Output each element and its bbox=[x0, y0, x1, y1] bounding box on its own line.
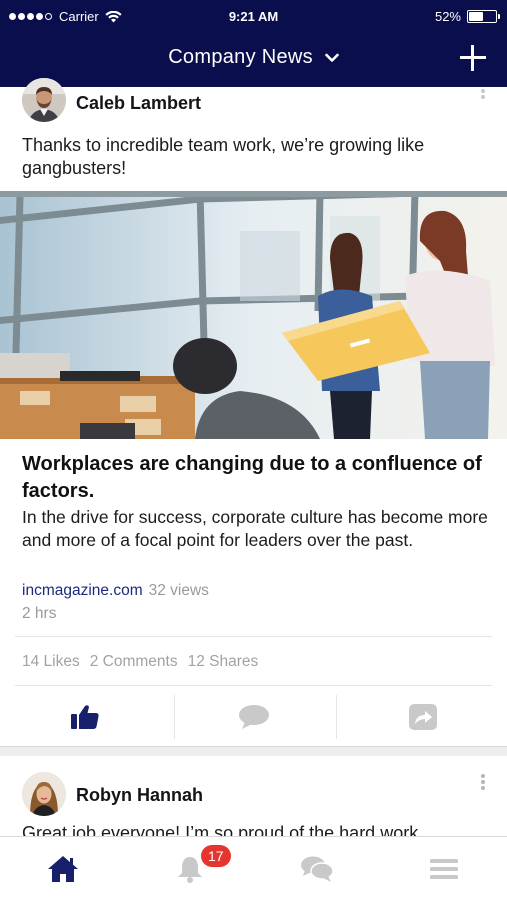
battery-tip bbox=[498, 14, 500, 19]
app-header: Carrier 9:21 AM 52% Company News bbox=[0, 0, 507, 87]
navigation-bar: Company News bbox=[0, 33, 507, 87]
battery-percent: 52% bbox=[434, 9, 461, 24]
more-options-icon[interactable] bbox=[481, 774, 486, 792]
likes-count[interactable]: 14 Likes bbox=[22, 653, 80, 671]
tab-bar: 17 bbox=[0, 836, 507, 900]
action-separator bbox=[336, 695, 337, 739]
post-timestamp: 2 hrs bbox=[22, 605, 57, 622]
article-image[interactable] bbox=[0, 191, 507, 439]
article-source-link[interactable]: incmagazine.com bbox=[22, 582, 143, 599]
office-meeting-image bbox=[0, 191, 507, 439]
post-separator bbox=[0, 746, 507, 756]
bell-icon bbox=[178, 856, 203, 883]
avatar[interactable] bbox=[22, 772, 66, 816]
chat-icon bbox=[300, 856, 334, 882]
shares-count[interactable]: 12 Shares bbox=[188, 653, 259, 671]
article-meta: incmagazine.com 32 views bbox=[22, 582, 209, 600]
post-author-row: Caleb Lambert bbox=[0, 78, 507, 123]
menu-icon bbox=[429, 858, 458, 879]
feed-post: Caleb Lambert Thanks to incredible team … bbox=[0, 78, 507, 739]
article-title[interactable]: Workplaces are changing due to a conflue… bbox=[22, 451, 492, 505]
new-post-plus-icon[interactable] bbox=[460, 45, 486, 71]
article-description: In the drive for success, corporate cult… bbox=[22, 507, 488, 550]
home-icon bbox=[48, 855, 79, 882]
battery-group: 52% bbox=[434, 9, 500, 24]
tab-menu[interactable] bbox=[380, 837, 507, 900]
channel-selector[interactable]: Company News bbox=[0, 46, 507, 69]
post-actions bbox=[0, 695, 507, 739]
post-text: Thanks to incredible team work, we’re gr… bbox=[22, 135, 425, 178]
avatar[interactable] bbox=[22, 78, 66, 122]
caleb-avatar-image bbox=[22, 78, 66, 122]
notification-badge: 17 bbox=[200, 845, 231, 867]
status-time: 9:21 AM bbox=[228, 9, 279, 24]
battery-icon bbox=[467, 10, 500, 23]
article-views: 32 views bbox=[148, 582, 209, 599]
share-icon bbox=[408, 704, 437, 730]
more-options-icon[interactable] bbox=[481, 89, 486, 101]
tab-notifications[interactable]: 17 bbox=[127, 837, 254, 900]
robyn-avatar-image bbox=[22, 772, 66, 816]
comments-count[interactable]: 2 Comments bbox=[90, 653, 178, 671]
like-icon bbox=[70, 705, 99, 729]
share-button[interactable] bbox=[338, 695, 507, 739]
feed-post: Robyn Hannah Great job everyone! I’m so … bbox=[0, 756, 507, 836]
like-button[interactable] bbox=[0, 695, 169, 739]
tab-messages[interactable] bbox=[254, 837, 381, 900]
post-author-name[interactable]: Robyn Hannah bbox=[76, 785, 203, 806]
comment-icon bbox=[238, 705, 269, 729]
channel-title: Company News bbox=[168, 46, 313, 68]
action-separator bbox=[174, 695, 175, 739]
tab-home[interactable] bbox=[0, 837, 127, 900]
engagement-stats: 14 Likes 2 Comments 12 Shares bbox=[22, 653, 258, 671]
comment-button[interactable] bbox=[169, 695, 338, 739]
divider bbox=[15, 636, 492, 637]
chevron-down-icon bbox=[325, 53, 339, 62]
post-text: Great job everyone! I’m so proud of the … bbox=[22, 823, 419, 836]
status-bar: Carrier 9:21 AM 52% bbox=[0, 0, 507, 33]
post-author-name[interactable]: Caleb Lambert bbox=[76, 93, 201, 114]
divider bbox=[15, 685, 492, 686]
battery-level bbox=[469, 12, 483, 21]
